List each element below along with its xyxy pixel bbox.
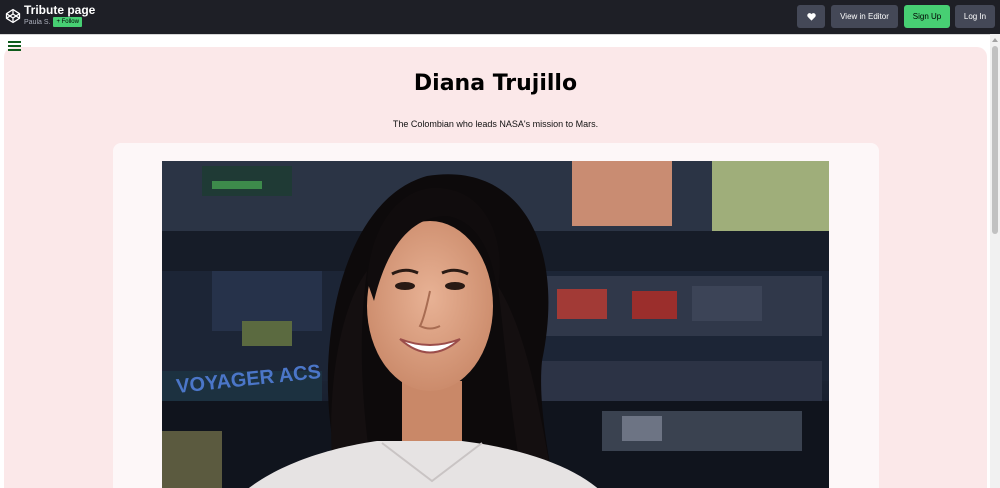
heart-button[interactable]: [797, 5, 825, 28]
page-title: Diana Trujillo: [413, 71, 578, 96]
pen-meta: Paula S. + Follow: [24, 17, 82, 27]
portrait-image: VOYAGER ACS: [162, 161, 829, 488]
scrollbar-thumb[interactable]: [992, 46, 998, 234]
tribute-section: Diana Trujillo The Colombian who leads N…: [4, 47, 987, 488]
image-card: VOYAGER ACS: [113, 143, 879, 488]
sign-up-button[interactable]: Sign Up: [904, 5, 950, 28]
page-subtitle: The Colombian who leads NASA's mission t…: [392, 119, 599, 129]
view-in-editor-button[interactable]: View in Editor: [831, 5, 898, 28]
top-bar: Tribute page Paula S. + Follow View in E…: [0, 0, 1000, 34]
author-name[interactable]: Paula S.: [24, 19, 50, 26]
page-viewport: Diana Trujillo The Colombian who leads N…: [0, 34, 990, 488]
follow-button[interactable]: + Follow: [53, 17, 82, 27]
scrollbar[interactable]: [990, 34, 1000, 488]
scroll-up-arrow-icon[interactable]: [992, 37, 998, 43]
pen-title: Tribute page: [24, 3, 96, 17]
heart-icon: [806, 12, 816, 21]
codepen-logo-icon[interactable]: [5, 8, 21, 24]
hamburger-icon[interactable]: [8, 41, 21, 52]
log-in-button[interactable]: Log In: [955, 5, 995, 28]
portrait-photo: VOYAGER ACS: [162, 161, 829, 488]
